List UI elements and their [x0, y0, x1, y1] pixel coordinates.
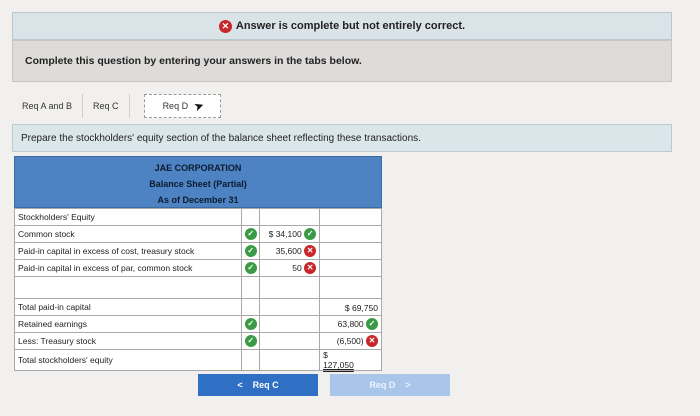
table-row: Common stock ✓ $ 34,100 ✓ [13, 225, 382, 243]
instruction-text: Complete this question by entering your … [25, 55, 362, 67]
table-row: Total paid-in capital $ 69,750 [13, 298, 382, 316]
x-circle-icon: ✕ [366, 335, 378, 347]
tab-req-d[interactable]: Req D ➤ [143, 94, 222, 118]
value-retained-earnings: 63,800 [337, 319, 364, 329]
prev-req-button[interactable]: < Req C [198, 374, 318, 396]
question-prompt: Prepare the stockholders' equity section… [12, 124, 672, 152]
answer-status-text: Answer is complete but not entirely corr… [235, 20, 466, 32]
sheet-header: JAE CORPORATION Balance Sheet (Partial) … [14, 156, 382, 208]
chevron-left-icon: < [237, 380, 243, 390]
check-circle-icon: ✓ [304, 228, 317, 240]
balance-sheet-partial: JAE CORPORATION Balance Sheet (Partial) … [13, 156, 382, 371]
row-label-total-pic: Total paid-in capital [13, 298, 243, 316]
x-circle-icon: ✕ [304, 262, 317, 274]
requirement-tabs: Req A and B Req C Req D ➤ [12, 90, 672, 122]
check-circle-icon: ✓ [244, 335, 257, 347]
value-pic-par: 50 [292, 263, 302, 273]
check-circle-icon: ✓ [244, 228, 257, 240]
check-circle-icon: ✓ [244, 318, 257, 330]
next-req-button[interactable]: Req D > [330, 374, 450, 396]
row-label-treasury-stock[interactable]: Less: Treasury stock [13, 332, 243, 350]
check-circle-icon: ✓ [244, 262, 257, 274]
row-label-pic-treasury[interactable]: Paid-in capital in excess of cost, treas… [13, 242, 243, 260]
check-circle-icon: ✓ [244, 245, 257, 257]
value-pic-treasury: 35,600 [275, 246, 302, 256]
company-name: JAE CORPORATION [154, 163, 242, 173]
currency-prefix: $ [323, 350, 328, 360]
tab-req-c[interactable]: Req C [83, 94, 130, 118]
table-row: Stockholders' Equity [13, 208, 382, 226]
prev-req-label: Req C [252, 380, 279, 390]
table-row: Paid-in capital in excess of cost, treas… [13, 242, 382, 260]
section-label: Stockholders' Equity [13, 208, 243, 226]
row-label-pic-par[interactable]: Paid-in capital in excess of par, common… [13, 259, 243, 277]
question-prompt-text: Prepare the stockholders' equity section… [21, 132, 421, 144]
value-common-stock: $ 34,100 [268, 229, 302, 239]
value-total-equity: 127,050 [323, 360, 354, 370]
row-label-common-stock[interactable]: Common stock [13, 225, 243, 243]
table-row: Paid-in capital in excess of par, common… [13, 259, 382, 277]
equity-table: Stockholders' Equity Common stock ✓ $ 34… [13, 208, 382, 371]
check-circle-icon: ✓ [366, 318, 378, 330]
answer-status-banner: ✕ Answer is complete but not entirely co… [12, 12, 672, 40]
statement-date: As of December 31 [157, 195, 239, 205]
tab-req-a-and-b[interactable]: Req A and B [12, 94, 84, 118]
mouse-cursor-icon: ➤ [191, 97, 207, 115]
table-row: Less: Treasury stock ✓ (6,500) ✕ [13, 332, 382, 350]
table-row [13, 276, 382, 299]
x-circle-icon: ✕ [218, 19, 232, 33]
table-row: Total stockholders' equity $ 127,050 [13, 349, 382, 371]
table-row: Retained earnings ✓ 63,800 ✓ [13, 315, 382, 333]
statement-title: Balance Sheet (Partial) [149, 179, 247, 189]
next-req-label: Req D [369, 380, 396, 390]
value-treasury-stock: (6,500) [336, 336, 364, 346]
value-total-pic: $ 69,750 [344, 302, 378, 313]
row-label-total-equity: Total stockholders' equity [13, 349, 243, 371]
x-circle-icon: ✕ [304, 245, 317, 257]
row-label-retained-earnings[interactable]: Retained earnings [13, 315, 243, 333]
instruction-banner: Complete this question by entering your … [12, 40, 672, 82]
chevron-right-icon: > [405, 380, 411, 390]
